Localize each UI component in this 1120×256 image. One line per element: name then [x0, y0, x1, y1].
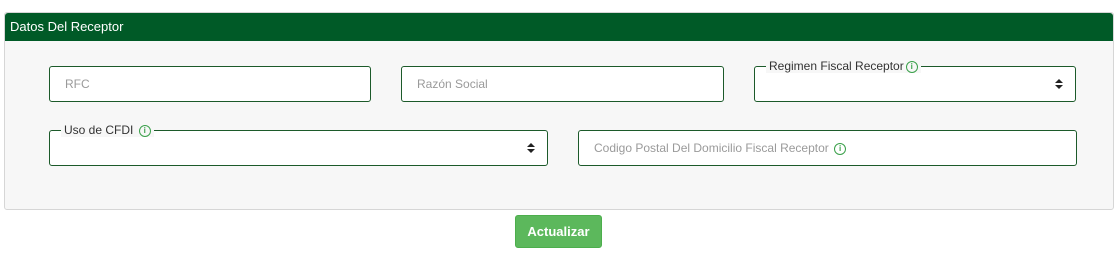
regimen-fiscal-legend: Regimen Fiscal Receptor i	[766, 59, 921, 73]
receptor-panel: Datos Del Receptor RFC Razón Social Regi…	[4, 12, 1114, 210]
sort-caret-icon	[1055, 79, 1063, 89]
codigo-postal-input[interactable]: Codigo Postal Del Domicilio Fiscal Recep…	[578, 130, 1077, 166]
update-button[interactable]: Actualizar	[515, 215, 602, 248]
rfc-input[interactable]: RFC	[49, 66, 371, 102]
codigo-postal-placeholder-text: Codigo Postal Del Domicilio Fiscal Recep…	[594, 141, 829, 155]
info-icon[interactable]: i	[834, 142, 847, 155]
info-icon[interactable]: i	[905, 60, 918, 73]
regimen-fiscal-label: Regimen Fiscal Receptor	[769, 59, 904, 73]
panel-title: Datos Del Receptor	[5, 13, 1113, 41]
razon-social-input[interactable]: Razón Social	[401, 66, 724, 102]
razon-social-placeholder: Razón Social	[417, 77, 488, 91]
uso-cfdi-label: Uso de CFDI	[64, 123, 134, 137]
codigo-postal-placeholder: Codigo Postal Del Domicilio Fiscal Recep…	[594, 141, 847, 155]
uso-cfdi-legend: Uso de CFDI i	[61, 123, 154, 137]
sort-caret-icon	[527, 143, 535, 153]
rfc-placeholder: RFC	[65, 77, 90, 91]
info-icon[interactable]: i	[138, 124, 151, 137]
regimen-fiscal-select[interactable]: Regimen Fiscal Receptor i	[754, 59, 1076, 102]
uso-cfdi-select[interactable]: Uso de CFDI i	[49, 123, 548, 166]
